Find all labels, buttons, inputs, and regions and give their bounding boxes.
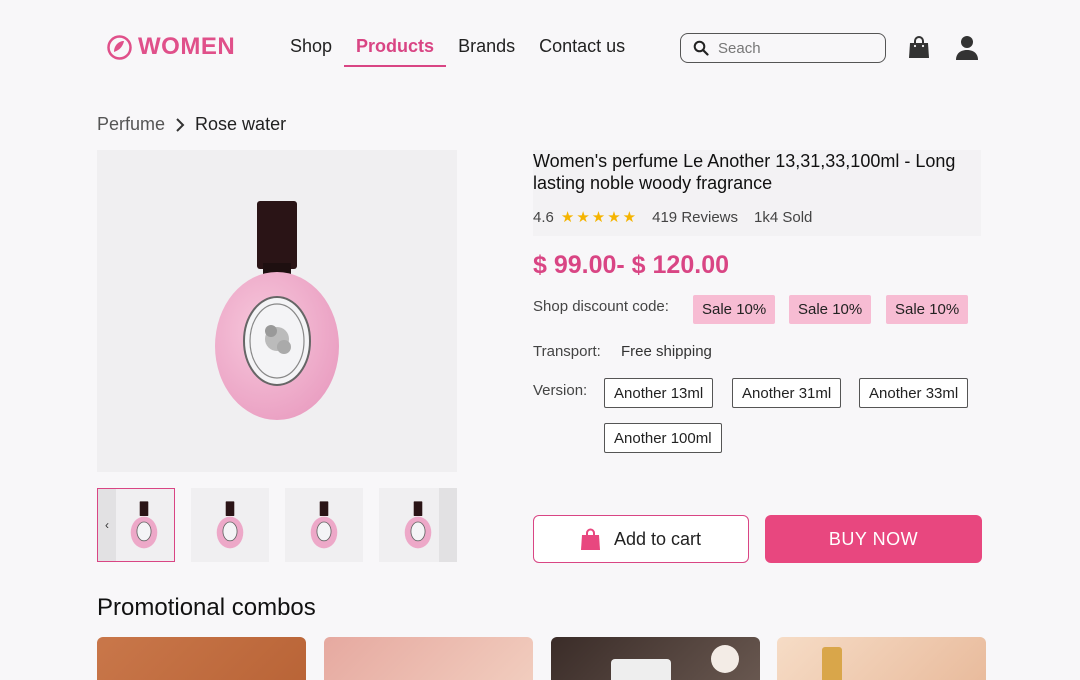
star-icon: ★ [622,209,637,226]
promo-card[interactable] [551,637,760,680]
user-icon[interactable] [955,35,979,61]
version-option[interactable]: Another 33ml [859,378,969,408]
nav-products[interactable]: Products [344,36,447,67]
buy-now-button[interactable]: BUY NOW [765,515,982,563]
breadcrumb-perfume[interactable]: Perfume [97,114,165,135]
product-main-image[interactable] [97,150,457,472]
version-option[interactable]: Another 13ml [604,378,714,408]
nav-shop[interactable]: Shop [290,36,332,67]
breadcrumb-current: Rose water [195,114,287,134]
main-nav: Shop Products Brands Contact us [290,36,649,67]
perfume-thumbnail-image [310,501,338,549]
discount-chip[interactable]: Sale 10% [886,295,969,324]
logo-icon [107,34,132,60]
nav-contact-us[interactable]: Contact us [539,36,625,67]
search-icon [693,40,709,56]
discount-label: Shop discount code: [533,298,669,315]
transport-label: Transport: [533,343,601,360]
promo-section-title: Promotional combos [97,594,316,621]
search-input[interactable] [718,39,868,57]
shopping-bag-icon [580,528,600,550]
price-range: $ 99.00- $ 120.00 [533,251,729,279]
star-icon: ★ [560,209,575,226]
star-rating: ★ ★ ★ ★ ★ [561,208,636,226]
add-to-cart-label: Add to cart [613,528,702,549]
buy-now-label: BUY NOW [828,528,919,549]
thumbnail[interactable] [191,488,269,562]
nav-brands[interactable]: Brands [458,36,515,67]
promo-card[interactable] [324,637,533,680]
reviews-count[interactable]: 419 Reviews [652,209,738,226]
thumbnail-next-button[interactable] [439,488,457,562]
breadcrumb: Perfume Rose water [97,114,286,135]
rating-value: 4.6 [533,208,554,226]
thumbnail[interactable] [285,488,363,562]
perfume-bottle-image [215,201,339,420]
search-box[interactable] [680,33,886,63]
sold-count: 1k4 Sold [754,208,813,226]
chevron-left-icon[interactable]: ‹ [98,489,116,561]
version-option[interactable]: Another 100ml [604,423,722,453]
brand-logo[interactable]: WOMEN [107,33,235,61]
perfume-thumbnail-image [216,501,244,549]
discount-chip[interactable]: Sale 10% [789,295,872,324]
star-icon: ★ [576,209,590,226]
perfume-thumbnail-image [404,501,432,549]
brand-name: WOMEN [138,33,236,60]
version-label: Version: [533,382,588,399]
perfume-thumbnail-image [130,501,158,549]
star-icon: ★ [607,209,621,226]
product-title: Women's perfume Le Another 13,31,33,100m… [533,151,956,193]
discount-chip[interactable]: Sale 10% [693,295,776,324]
rating-row: 4.6 ★ ★ ★ ★ ★ 419 Reviews 1k4 Sold [533,208,813,227]
thumbnail-strip: ‹ [97,488,457,562]
version-option[interactable]: Another 31ml [732,378,842,408]
promo-card[interactable] [97,637,306,680]
promo-card[interactable] [777,637,986,680]
star-icon: ★ [591,209,606,226]
thumbnail[interactable]: ‹ [97,488,175,562]
shopping-bag-icon[interactable] [908,35,930,59]
chevron-right-icon [176,117,185,132]
transport-value: Free shipping [621,343,712,360]
add-to-cart-button[interactable]: Add to cart [533,515,749,563]
